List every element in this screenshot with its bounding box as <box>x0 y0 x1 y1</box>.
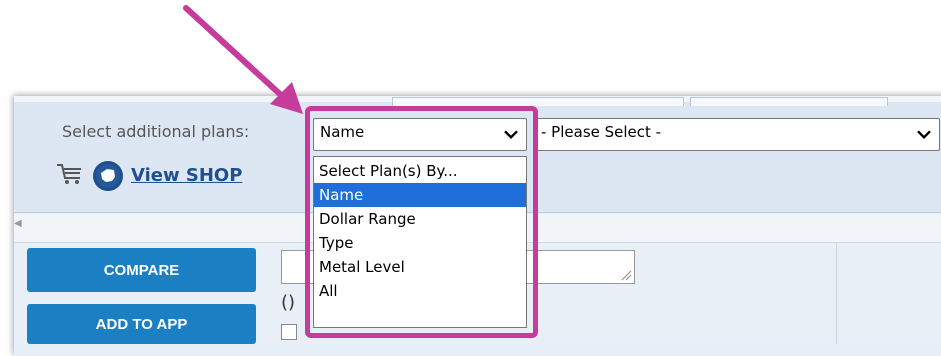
state-seal-icon <box>93 161 123 191</box>
option-dollar-range[interactable]: Dollar Range <box>314 207 526 231</box>
option-type[interactable]: Type <box>314 231 526 255</box>
tab-stub-1 <box>392 97 684 106</box>
plan-select-value: - Please Select - <box>541 123 662 141</box>
cart-icon[interactable] <box>56 162 84 186</box>
select-by-value: Name <box>320 123 365 141</box>
select-by-options-list[interactable]: Select Plan(s) By... Name Dollar Range T… <box>313 156 527 328</box>
option-name[interactable]: Name <box>314 183 526 207</box>
chevron-down-icon <box>917 129 931 139</box>
paren-text: () <box>281 292 296 313</box>
select-by-dropdown[interactable]: Name <box>313 118 527 151</box>
option-select-plans-by[interactable]: Select Plan(s) By... <box>314 159 526 183</box>
tab-stub-2 <box>690 97 888 106</box>
chevron-down-icon <box>504 129 518 139</box>
option-all[interactable]: All <box>314 279 526 303</box>
plan-select-dropdown[interactable]: - Please Select - <box>534 118 940 151</box>
add-to-app-button[interactable]: ADD TO APP <box>27 304 256 344</box>
select-additional-plans-label: Select additional plans: <box>62 122 250 141</box>
view-shop-link[interactable]: View SHOP <box>131 165 321 186</box>
resize-handle-icon[interactable] <box>620 269 632 281</box>
compare-button[interactable]: COMPARE <box>27 248 256 292</box>
scroll-left-icon[interactable]: ◀ <box>14 218 22 229</box>
option-metal-level[interactable]: Metal Level <box>314 255 526 279</box>
column-divider <box>836 243 837 344</box>
row-checkbox[interactable] <box>281 324 297 340</box>
